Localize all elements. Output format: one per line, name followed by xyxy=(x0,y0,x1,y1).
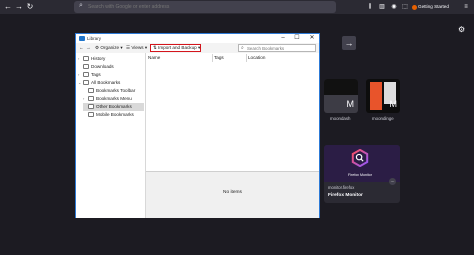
search-go-button[interactable]: → xyxy=(342,36,356,50)
window-title: Library xyxy=(87,36,102,41)
card-image: Firefox Monitor xyxy=(324,145,400,182)
column-header-name[interactable]: Name xyxy=(148,54,160,62)
gear-icon[interactable]: ⚙ xyxy=(458,25,465,34)
getting-started-bookmark[interactable]: Getting Started xyxy=(418,4,449,9)
import-and-backup-button[interactable]: ⇅ Import and Backup ▾ xyxy=(150,44,201,52)
firefox-monitor-icon xyxy=(351,149,369,167)
minimize-button[interactable]: – xyxy=(276,34,290,43)
star-icon xyxy=(83,80,89,86)
browser-toolbar: ← → ↻ ⌕ ⫼ ▥ ◉ ⬚ Getting Started ≡ xyxy=(0,0,474,14)
highlight-card[interactable]: Firefox Monitor ⋯ monitor.firefox Firefo… xyxy=(324,145,400,203)
folder-icon xyxy=(88,96,94,102)
tree-item-all-bookmarks[interactable]: ⌄ All Bookmarks xyxy=(78,79,144,87)
organize-label: Organize xyxy=(100,45,120,50)
tree-item-tags[interactable]: › Tags xyxy=(78,71,144,79)
organize-menu[interactable]: ⚙ Organize ▾ xyxy=(95,44,123,52)
maximize-button[interactable]: ☐ xyxy=(290,34,304,43)
tag-icon xyxy=(83,72,89,78)
menu-icon[interactable]: ≡ xyxy=(462,3,470,11)
account-icon[interactable]: ◉ xyxy=(390,3,398,11)
url-input[interactable] xyxy=(88,3,328,11)
tree-item-other-bookmarks[interactable]: Other Bookmarks xyxy=(83,103,144,111)
column-header-tags[interactable]: Tags xyxy=(214,54,224,62)
folder-icon xyxy=(88,112,94,118)
close-button[interactable]: ✕ xyxy=(305,34,319,43)
card-image-caption: Firefox Monitor xyxy=(348,173,372,177)
firefox-logo-icon xyxy=(412,5,417,10)
tree-label: Mobile Bookmarks xyxy=(96,112,134,117)
folder-icon xyxy=(88,88,94,94)
search-bookmarks-input[interactable] xyxy=(247,45,315,51)
download-icon xyxy=(83,64,89,70)
reload-icon[interactable]: ↻ xyxy=(25,2,35,12)
folder-icon xyxy=(88,104,94,110)
tile-preview xyxy=(370,82,382,110)
library-window: Library – ☐ ✕ ← → ⚙ Organize ▾ ☰ Views ▾… xyxy=(75,33,320,218)
tile-preview xyxy=(324,79,358,95)
forward-icon[interactable]: → xyxy=(14,2,24,12)
column-separator[interactable] xyxy=(212,54,213,62)
tree-item-bookmarks-toolbar[interactable]: Bookmarks Toolbar xyxy=(83,87,144,95)
tree-label: Tags xyxy=(91,72,101,77)
search-icon: ⌕ xyxy=(241,45,244,51)
library-icon xyxy=(79,36,85,41)
no-items-text: No items xyxy=(223,190,242,195)
card-source: monitor.firefox xyxy=(328,185,355,190)
tile-label: moondinge xyxy=(372,116,394,121)
top-site-tile[interactable]: M xyxy=(366,79,400,113)
more-options-icon[interactable]: ⋯ xyxy=(389,178,396,185)
history-icon xyxy=(83,56,89,62)
column-separator[interactable] xyxy=(246,54,247,62)
sidebar-icon[interactable]: ▥ xyxy=(378,3,386,11)
search-bookmarks[interactable]: ⌕ xyxy=(238,44,316,52)
search-icon: ⌕ xyxy=(79,2,83,9)
card-title: Firefox Monitor xyxy=(328,193,363,198)
views-menu[interactable]: ☰ Views ▾ xyxy=(126,44,147,52)
details-pane: No items xyxy=(146,172,319,218)
library-tree: › History Downloads › Tags ⌄ All Bookmarks … xyxy=(76,53,146,218)
top-site-tile[interactable]: M xyxy=(324,79,358,113)
tile-label: moondash xyxy=(330,116,351,121)
tree-label: Bookmarks Toolbar xyxy=(96,88,136,93)
library-icon[interactable]: ⫼ xyxy=(366,3,374,11)
import-label: Import and Backup xyxy=(158,45,197,50)
views-label: Views xyxy=(131,45,144,50)
tree-item-downloads[interactable]: Downloads xyxy=(78,63,144,71)
column-header-location[interactable]: Location xyxy=(248,54,265,62)
bookmarks-list[interactable]: Name Tags Location No items xyxy=(146,53,319,218)
tile-letter: M xyxy=(389,99,398,109)
tree-label: Bookmarks Menu xyxy=(96,96,132,101)
back-icon[interactable]: ← xyxy=(3,2,13,12)
forward-icon[interactable]: → xyxy=(86,44,91,52)
back-icon[interactable]: ← xyxy=(79,44,84,52)
address-bar[interactable]: ⌕ xyxy=(74,1,336,13)
tree-item-mobile-bookmarks[interactable]: Mobile Bookmarks xyxy=(83,111,144,119)
screenshot-icon[interactable]: ⬚ xyxy=(401,3,409,11)
tree-label: Other Bookmarks xyxy=(96,104,132,109)
tree-label: History xyxy=(91,56,106,61)
tree-item-bookmarks-menu[interactable]: › Bookmarks Menu xyxy=(83,95,144,103)
tree-label: Downloads xyxy=(91,64,114,69)
tile-letter: M xyxy=(346,99,355,109)
library-toolbar: ← → ⚙ Organize ▾ ☰ Views ▾ ⇅ Import and … xyxy=(76,43,319,53)
tree-label: All Bookmarks xyxy=(91,80,121,85)
library-titlebar[interactable]: Library – ☐ ✕ xyxy=(76,34,319,43)
tree-item-history[interactable]: › History xyxy=(78,55,144,63)
